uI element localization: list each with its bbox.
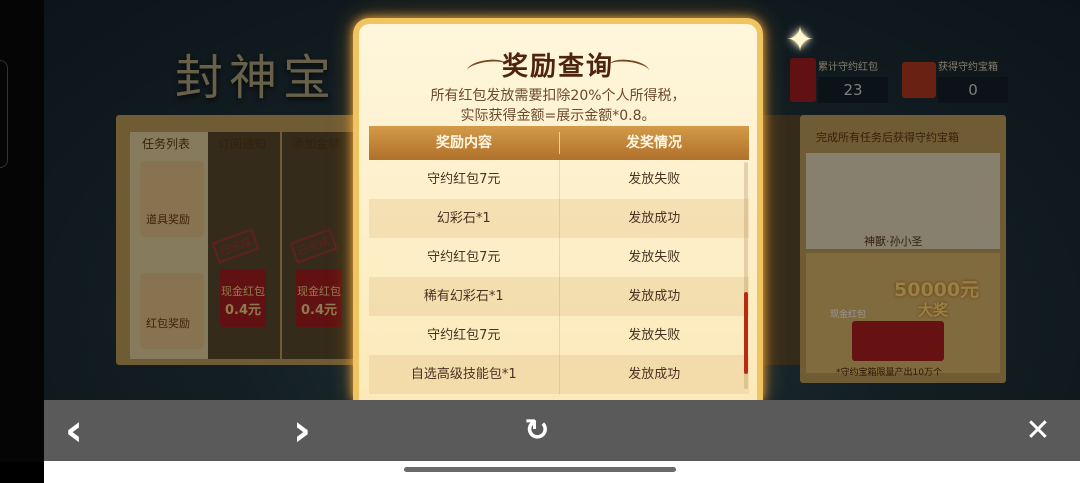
browser-nav-bar [44,400,1080,461]
status-cell: 发放失败 [628,250,681,265]
status-cell: 发放成功 [628,367,681,382]
tax-notice: 所有红包发放需要扣除20%个人所得税， 实际获得金额=展示金额*0.8。 [359,86,757,126]
table-row: 自选高级技能包*1 发放成功 [369,355,749,394]
notice-line-2: 实际获得金额=展示金额*0.8。 [460,108,656,124]
edge-handle [0,60,8,168]
reward-cell: 守约红包7元 [369,160,560,199]
home-indicator[interactable] [404,467,676,472]
modal-title: 奖励查询 [501,52,614,82]
back-button[interactable]: ‹ [54,409,94,453]
reward-query-modal: 奖励查询 所有红包发放需要扣除20%个人所得税， 实际获得金额=展示金额*0.8… [353,18,763,400]
reward-cell: 守约红包7元 [369,316,560,355]
reward-cell: 幻彩石*1 [369,199,560,238]
status-cell: 发放失败 [628,328,681,343]
close-button[interactable]: ✕ [1018,412,1058,450]
table-row: 守约红包7元 发放失败 [369,238,749,277]
left-edge [0,0,44,462]
reward-table[interactable]: 奖励内容 发奖情况 守约红包7元 发放失败 幻彩石*1 发放成功 守约红包7元 … [369,126,749,394]
table-row: 守约红包7元 发放失败 [369,316,749,355]
reward-cell: 自选高级技能包*1 [369,355,560,394]
reload-button[interactable]: ↻ [517,412,557,450]
status-cell: 发放成功 [628,211,681,226]
table-row: 幻彩石*1 发放成功 [369,199,749,238]
scrollbar-thumb[interactable] [744,292,748,374]
column-header-reward: 奖励内容 [436,135,492,151]
table-row: 稀有幻彩石*1 发放成功 [369,277,749,316]
forward-button[interactable]: › [282,409,322,453]
table-header: 奖励内容 发奖情况 [369,126,749,160]
header-divider [559,132,560,154]
notice-line-1: 所有红包发放需要扣除20%个人所得税， [430,88,686,104]
status-cell: 发放成功 [628,289,681,304]
status-cell: 发放失败 [628,172,681,187]
table-row: 守约红包7元 发放失败 [369,160,749,199]
reward-cell: 稀有幻彩石*1 [369,277,560,316]
sparkle-close-icon[interactable]: ✦ [778,18,822,62]
screen: 封神宝 任务列表 订阅通知 添加金领 道具奖励 红包奖励 已完成 已完成 现金红… [0,0,1080,483]
reward-cell: 守约红包7元 [369,238,560,277]
gesture-area [44,461,1080,483]
column-header-status: 发奖情况 [626,135,682,151]
